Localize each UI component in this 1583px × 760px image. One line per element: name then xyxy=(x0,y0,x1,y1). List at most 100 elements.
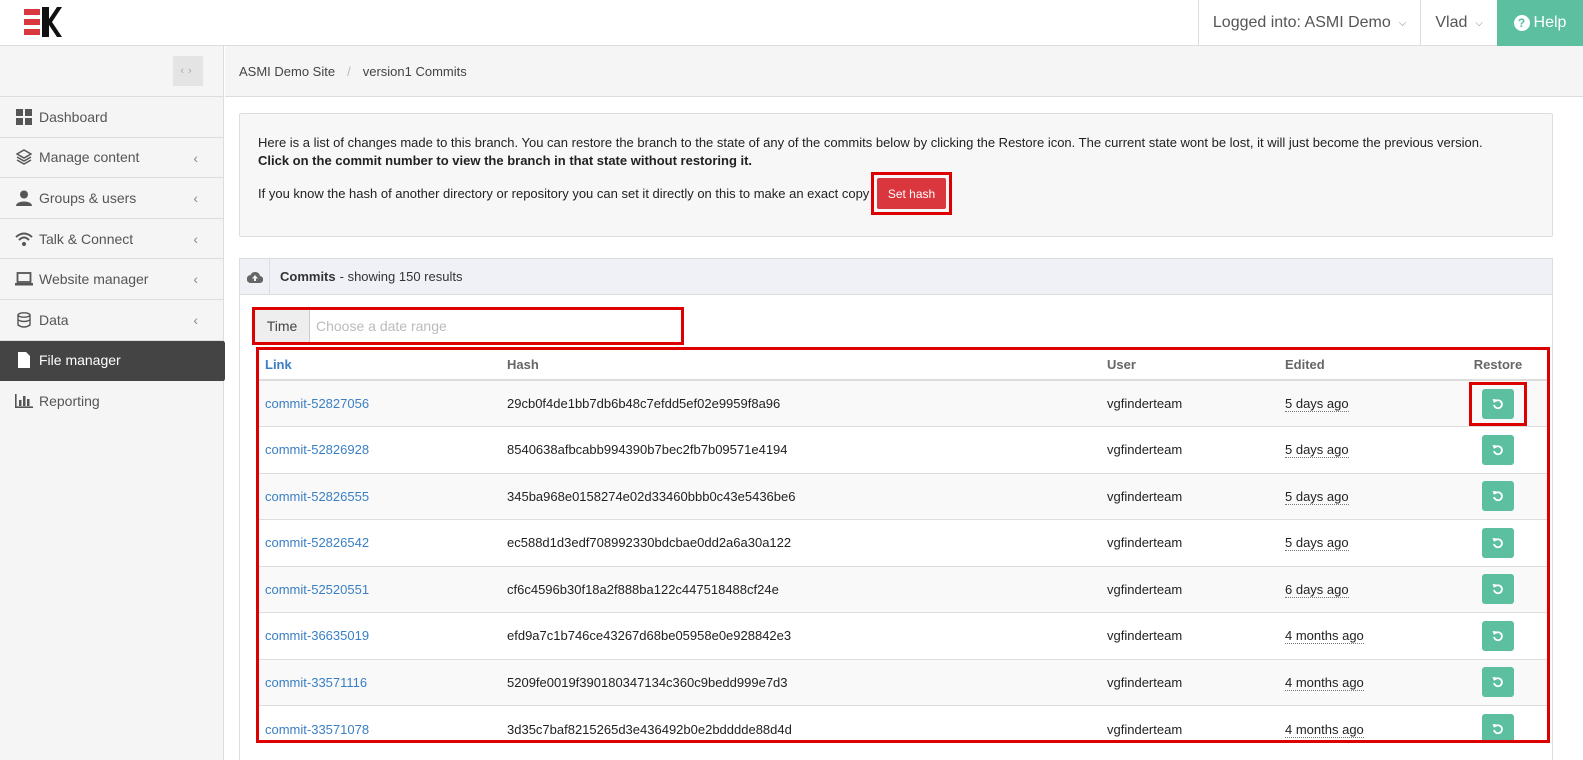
commit-hash: 3d35c7baf8215265d3e436492b0e2bdddde88d4d xyxy=(501,705,1101,740)
commits-header: Commits - showing 150 results xyxy=(240,258,1552,295)
sidebar-item-label: Website manager xyxy=(39,271,149,288)
restore-button[interactable] xyxy=(1482,527,1514,558)
commit-edited-cell: 4 months ago xyxy=(1279,658,1449,706)
restore-button[interactable] xyxy=(1482,667,1514,698)
commit-link[interactable]: commit-52827056 xyxy=(259,379,501,427)
commit-user: vgfinderteam xyxy=(1101,565,1279,613)
table-row: commit-52826555 345ba968e0158274e02d33460… xyxy=(259,472,1547,520)
set-hash-button[interactable]: Set hash xyxy=(877,178,946,209)
commit-edited: 5 days ago xyxy=(1285,535,1349,552)
logo[interactable] xyxy=(22,6,62,38)
breadcrumb-current: version1 Commits xyxy=(362,63,467,79)
restore-button[interactable] xyxy=(1482,620,1514,651)
table-row: commit-52827056 29cb0f4de1bb7db6b48c7efdd… xyxy=(259,379,1547,427)
table-row: commit-33571078 3d35c7baf8215265d3e436492… xyxy=(259,705,1547,740)
restore-button[interactable] xyxy=(1482,574,1514,605)
commit-link[interactable]: commit-33571116 xyxy=(259,658,501,706)
sidebar-item-dashboard[interactable]: Dashboard xyxy=(0,97,224,138)
commit-edited-cell: 5 days ago xyxy=(1279,426,1449,473)
sidebar-item-label: Dashboard xyxy=(39,108,108,125)
commits-table: Link Hash User Edited Restore commit-528… xyxy=(259,350,1547,740)
table-row: commit-52826928 8540638afbcabb994390b7bec… xyxy=(259,426,1547,473)
undo-icon xyxy=(1492,583,1504,595)
table-row: commit-52826542 ec588d1d3edf708992330bdcb… xyxy=(259,519,1547,566)
account-dropdown[interactable]: Logged into: ASMI Demo ⌵ xyxy=(1197,0,1420,46)
undo-icon xyxy=(1492,398,1504,410)
sidebar-item-talk-connect[interactable]: Talk & Connect ‹ xyxy=(0,219,224,260)
restore-cell xyxy=(1449,472,1547,520)
account-label: Logged into: ASMI Demo xyxy=(1212,14,1391,31)
col-user[interactable]: User xyxy=(1101,350,1279,381)
commit-user: vgfinderteam xyxy=(1101,519,1279,566)
file-icon xyxy=(15,352,33,369)
commits-table-wrap: Link Hash User Edited Restore commit-528… xyxy=(256,347,1550,743)
commit-user: vgfinderteam xyxy=(1101,472,1279,520)
commit-edited-cell: 5 days ago xyxy=(1279,519,1449,566)
restore-button[interactable] xyxy=(1482,481,1514,512)
commit-link[interactable]: commit-52826542 xyxy=(259,519,501,566)
restore-button[interactable] xyxy=(1482,714,1514,740)
layers-icon xyxy=(15,149,33,166)
commit-edited-cell: 4 months ago xyxy=(1279,705,1449,740)
col-restore: Restore xyxy=(1449,350,1547,381)
restore-button[interactable] xyxy=(1482,388,1514,419)
time-label: Time xyxy=(255,310,310,342)
sidebar-collapse-button[interactable]: ‹› xyxy=(173,56,203,86)
restore-button[interactable] xyxy=(1482,434,1514,465)
breadcrumb-site-link[interactable]: ASMI Demo Site xyxy=(239,64,335,79)
commit-user: vgfinderteam xyxy=(1101,612,1279,659)
main-content: ASMI Demo Site / version1 Commits Here i… xyxy=(225,46,1583,760)
date-range-input[interactable] xyxy=(310,310,681,342)
table-row: commit-36635019 efd9a7c1b746ce43267d68be0… xyxy=(259,612,1547,659)
restore-cell xyxy=(1449,519,1547,566)
chevron-left-icon: ‹ xyxy=(193,271,198,288)
restore-cell xyxy=(1449,658,1547,706)
cloud-upload-icon xyxy=(240,258,270,295)
commit-link[interactable]: commit-33571078 xyxy=(259,705,501,740)
sidebar-item-manage-content[interactable]: Manage content ‹ xyxy=(0,138,224,179)
sidebar-item-data[interactable]: Data ‹ xyxy=(0,300,224,341)
commit-hash: efd9a7c1b746ce43267d68be05958e0e928842e3 xyxy=(501,612,1101,659)
commit-link[interactable]: commit-52826555 xyxy=(259,472,501,520)
sidebar-item-website-manager[interactable]: Website manager ‹ xyxy=(0,259,224,300)
sidebar-menu: Dashboard Manage content ‹ Groups & user… xyxy=(0,97,234,422)
top-bar: Logged into: ASMI Demo ⌵ Vlad ⌵ ? Help xyxy=(0,0,1583,46)
undo-icon xyxy=(1492,676,1504,688)
help-label: Help xyxy=(1533,14,1567,31)
commit-link[interactable]: commit-52826928 xyxy=(259,426,501,473)
time-filter: Time xyxy=(252,307,684,345)
commit-user: vgfinderteam xyxy=(1101,658,1279,706)
commit-hash: 8540638afbcabb994390b7bec2fb7b09571e4194 xyxy=(501,426,1101,473)
breadcrumb-separator: / xyxy=(347,63,351,79)
restore-cell xyxy=(1449,612,1547,659)
col-hash[interactable]: Hash xyxy=(501,350,1101,381)
sidebar-item-reporting[interactable]: Reporting xyxy=(0,381,224,422)
chevron-left-icon: ‹ xyxy=(193,311,198,328)
user-icon xyxy=(15,190,33,206)
breadcrumb: ASMI Demo Site / version1 Commits xyxy=(225,46,1583,97)
laptop-icon xyxy=(15,271,33,287)
sidebar-item-file-manager[interactable]: File manager xyxy=(0,340,234,382)
user-dropdown[interactable]: Vlad ⌵ xyxy=(1420,0,1497,46)
info-text: Here is a list of changes made to this b… xyxy=(258,135,1483,150)
col-edited[interactable]: Edited xyxy=(1279,350,1449,381)
chevron-down-icon: ⌵ xyxy=(1398,17,1407,29)
chevron-left-icon: ‹ xyxy=(193,190,198,207)
sidebar-item-label: Groups & users xyxy=(39,189,137,206)
sidebar-item-groups-users[interactable]: Groups & users ‹ xyxy=(0,178,224,219)
question-icon: ? xyxy=(1513,15,1530,31)
commit-link[interactable]: commit-52520551 xyxy=(259,565,501,613)
sidebar-item-label: Reporting xyxy=(39,393,100,410)
commit-link[interactable]: commit-36635019 xyxy=(259,612,501,659)
sidebar-item-label: File manager xyxy=(39,352,121,369)
commits-table-body: commit-52827056 29cb0f4de1bb7db6b48c7efdd… xyxy=(259,379,1547,740)
info-bold-text: Click on the commit number to view the b… xyxy=(258,153,753,168)
set-hash-highlight: Set hash xyxy=(871,172,952,215)
commit-edited-cell: 6 days ago xyxy=(1279,565,1449,613)
commit-hash: 345ba968e0158274e02d33460bbb0c43e5436be6 xyxy=(501,472,1101,520)
restore-cell xyxy=(1449,565,1547,613)
col-link[interactable]: Link xyxy=(259,350,501,381)
commit-edited: 5 days ago xyxy=(1285,488,1349,505)
help-button[interactable]: ? Help xyxy=(1497,0,1583,46)
commit-hash: ec588d1d3edf708992330bdcbae0dd2a6a30a122 xyxy=(501,519,1101,566)
